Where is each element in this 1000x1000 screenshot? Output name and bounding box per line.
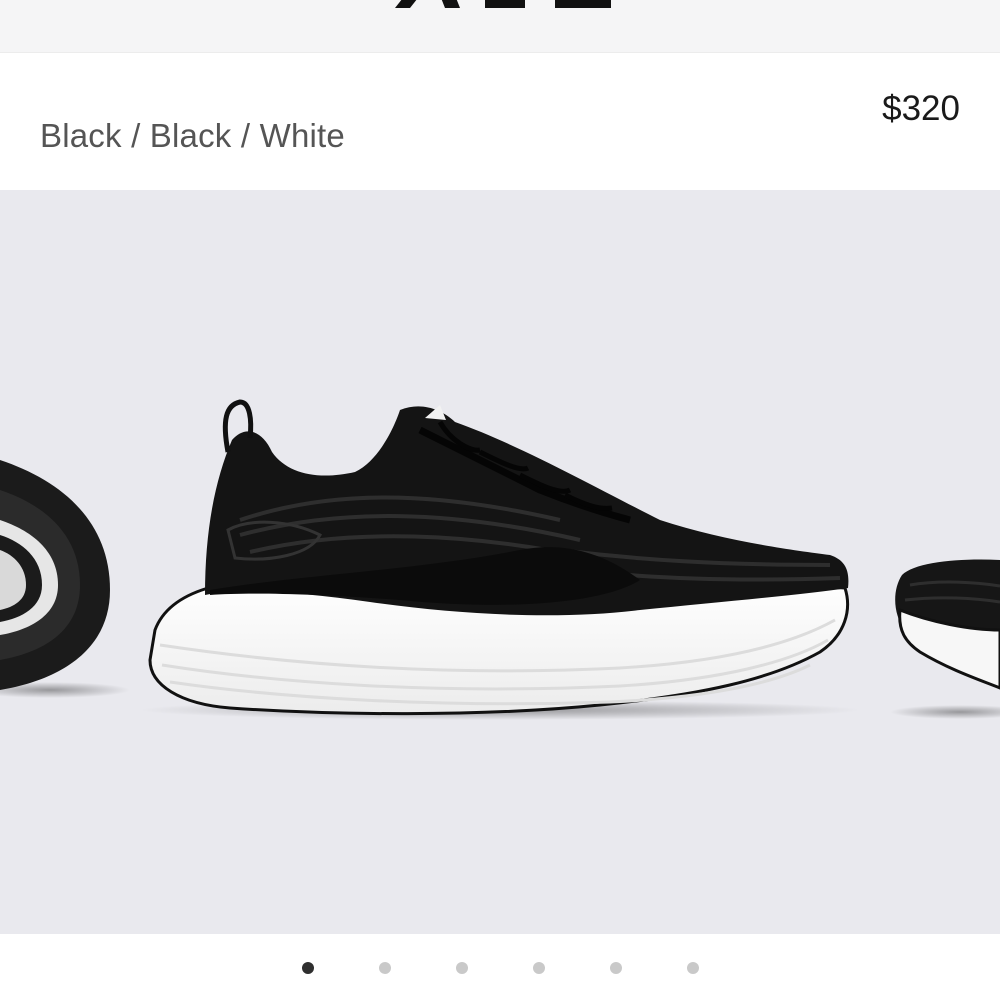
previous-slide-shoe	[0, 460, 130, 698]
carousel-pagination	[0, 934, 1000, 1000]
carousel-dot-5[interactable]	[610, 962, 622, 974]
product-color-variant: Black / Black / White	[40, 117, 345, 154]
next-slide-shoe	[890, 559, 1000, 719]
product-info: Black / Black / White $320	[0, 53, 1000, 190]
site-header	[0, 0, 1000, 53]
carousel-dot-6[interactable]	[687, 962, 699, 974]
carousel-dot-4[interactable]	[533, 962, 545, 974]
carousel-dot-2[interactable]	[379, 962, 391, 974]
product-image-carousel[interactable]	[0, 190, 1000, 934]
brand-logo-icon[interactable]	[385, 0, 615, 8]
carousel-dot-1[interactable]	[302, 962, 314, 974]
carousel-dot-3[interactable]	[456, 962, 468, 974]
product-price: $320	[882, 89, 960, 128]
sneaker-image	[0, 399, 1000, 720]
main-sneaker	[140, 399, 860, 720]
